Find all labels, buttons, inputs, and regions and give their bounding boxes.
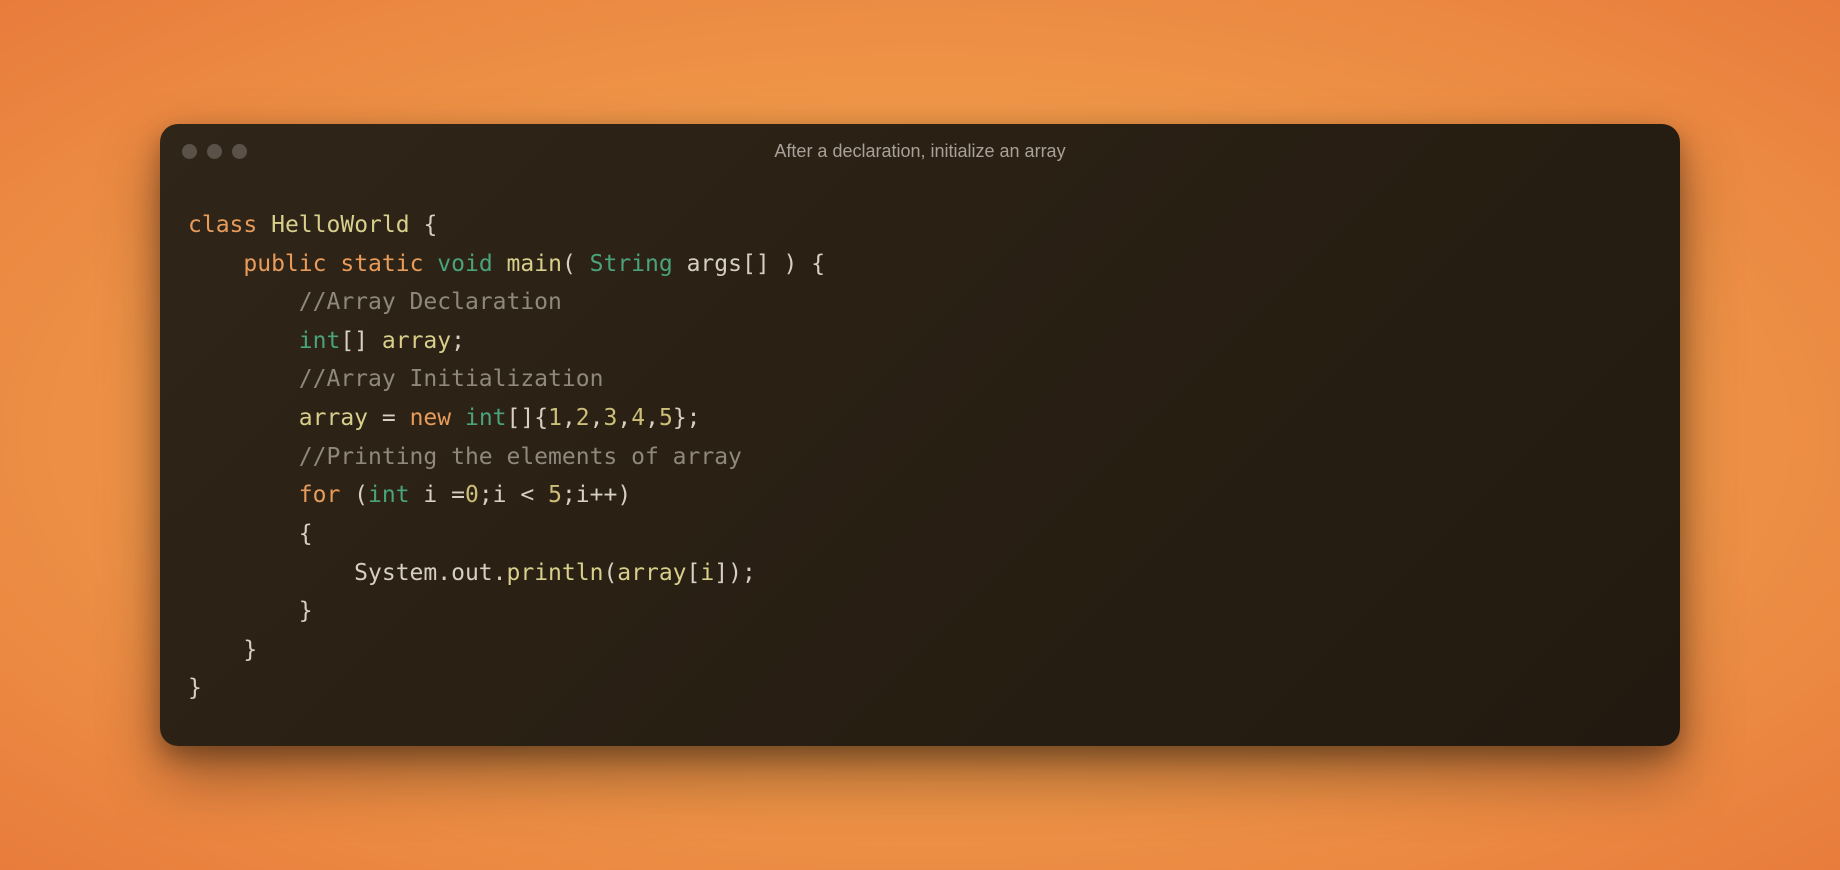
var-array: array xyxy=(382,328,451,354)
close: ]); xyxy=(714,560,756,586)
keyword-int: int xyxy=(368,482,410,508)
brace: } xyxy=(299,598,313,624)
comment: //Array Declaration xyxy=(299,289,562,315)
keyword-public: public xyxy=(243,251,326,277)
keyword-int: int xyxy=(299,328,341,354)
number: 1 xyxy=(548,405,562,431)
comma: , xyxy=(617,405,631,431)
sysout: System.out. xyxy=(354,560,506,586)
var-array: array xyxy=(299,405,368,431)
for-inc: ;i++) xyxy=(562,482,631,508)
keyword-int: int xyxy=(465,405,507,431)
for-var: i = xyxy=(410,482,465,508)
comma: , xyxy=(562,405,576,431)
code-block: class HelloWorld { public static void ma… xyxy=(160,180,1680,718)
brace: } xyxy=(188,675,202,701)
array-close: }; xyxy=(673,405,701,431)
keyword-static: static xyxy=(340,251,423,277)
number: 5 xyxy=(659,405,673,431)
array-open: []{ xyxy=(507,405,549,431)
var-array: array xyxy=(617,560,686,586)
number: 2 xyxy=(576,405,590,431)
keyword-class: class xyxy=(188,212,257,238)
semicolon: ; xyxy=(451,328,465,354)
code-window: After a declaration, initialize an array… xyxy=(160,124,1680,746)
method-println: println xyxy=(507,560,604,586)
brackets: [] xyxy=(340,328,382,354)
class-name: HelloWorld xyxy=(271,212,409,238)
number: 4 xyxy=(631,405,645,431)
close-icon[interactable] xyxy=(182,144,197,159)
brace: } xyxy=(243,637,257,663)
maximize-icon[interactable] xyxy=(232,144,247,159)
minimize-icon[interactable] xyxy=(207,144,222,159)
number: 0 xyxy=(465,482,479,508)
for-cond: ;i < xyxy=(479,482,548,508)
keyword-void: void xyxy=(437,251,492,277)
args: args[] ) { xyxy=(673,251,825,277)
titlebar: After a declaration, initialize an array xyxy=(160,124,1680,180)
brace: { xyxy=(410,212,438,238)
bracket: [ xyxy=(687,560,701,586)
paren: ( xyxy=(603,560,617,586)
window-title: After a declaration, initialize an array xyxy=(160,141,1680,162)
keyword-for: for xyxy=(299,482,341,508)
number: 3 xyxy=(604,405,618,431)
brace: { xyxy=(299,521,313,547)
space xyxy=(451,405,465,431)
assign: = xyxy=(368,405,410,431)
comma: , xyxy=(645,405,659,431)
comment: //Printing the elements of array xyxy=(299,444,742,470)
paren: ( xyxy=(562,251,590,277)
paren: ( xyxy=(340,482,368,508)
var-i: i xyxy=(700,560,714,586)
comment: //Array Initialization xyxy=(299,366,604,392)
type-string: String xyxy=(590,251,673,277)
number: 5 xyxy=(548,482,562,508)
comma: , xyxy=(590,405,604,431)
keyword-new: new xyxy=(410,405,452,431)
method-main: main xyxy=(507,251,562,277)
window-controls xyxy=(182,144,247,159)
